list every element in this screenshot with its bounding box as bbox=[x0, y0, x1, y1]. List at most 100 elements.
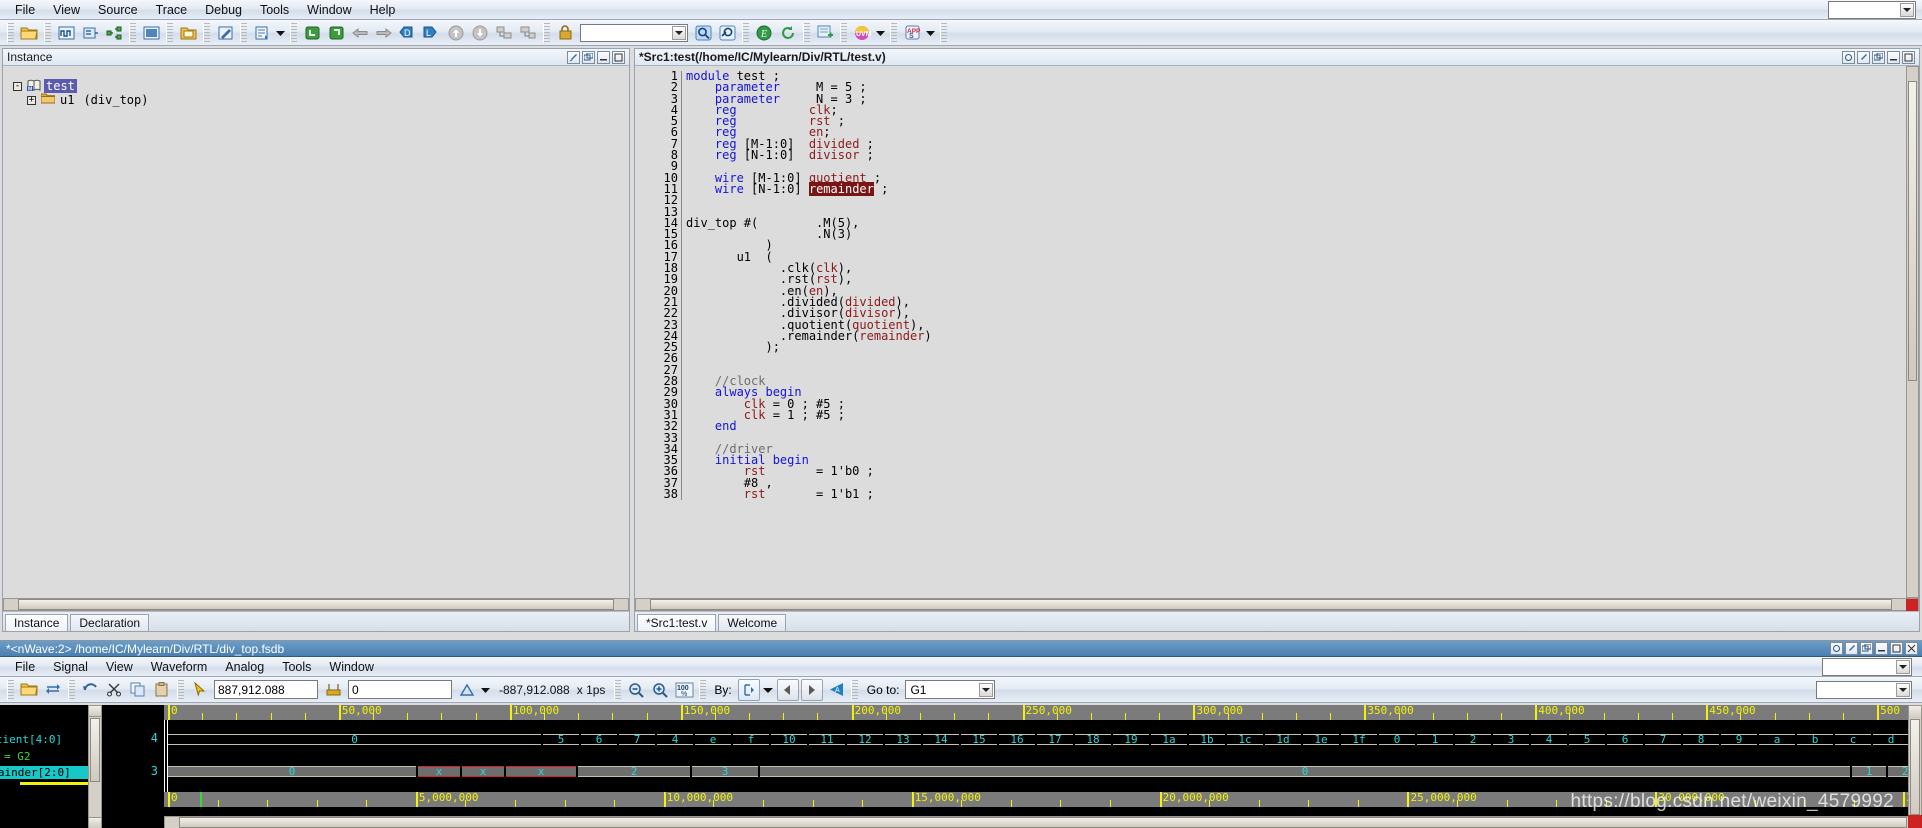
chevron-down-icon[interactable] bbox=[979, 682, 994, 697]
signal-remainder[interactable]: remainder[2:0] bbox=[0, 766, 88, 779]
source-code-view[interactable]: 1 module test ; 2 parameter M = 5 ; 3 param… bbox=[635, 66, 1906, 598]
bus-value-segment[interactable]: 15 bbox=[961, 733, 997, 746]
bus-value-segment[interactable]: 3 bbox=[1493, 733, 1529, 746]
wave-hscrollbar[interactable] bbox=[164, 816, 1922, 828]
scroll-up-arrow-icon[interactable] bbox=[89, 706, 101, 717]
bus-value-segment[interactable]: d bbox=[1873, 733, 1909, 746]
signal-marker-g2[interactable]: = G2 bbox=[4, 750, 31, 763]
code-line[interactable]: 12 bbox=[635, 194, 1906, 207]
edit-icon[interactable] bbox=[214, 22, 236, 44]
menu-source[interactable]: Source bbox=[89, 1, 147, 19]
undock-icon[interactable] bbox=[1860, 642, 1873, 655]
minimize-icon[interactable] bbox=[1875, 642, 1888, 655]
wave-menu-view[interactable]: View bbox=[97, 658, 142, 676]
dropdown-arrow-icon[interactable] bbox=[275, 22, 286, 44]
scroll-left-arrow-icon[interactable] bbox=[636, 599, 649, 610]
bus-value-segment[interactable]: c bbox=[1835, 733, 1871, 746]
go-up-icon[interactable] bbox=[325, 22, 347, 44]
scroll-thumb[interactable] bbox=[650, 599, 1892, 610]
find-next-icon[interactable] bbox=[716, 22, 738, 44]
signal-name-remainder[interactable]: remainder[2:0] bbox=[0, 766, 71, 779]
minimize-icon[interactable] bbox=[1887, 50, 1900, 64]
menu-window[interactable]: Window bbox=[298, 1, 360, 19]
lock-icon[interactable] bbox=[554, 22, 576, 44]
bus-value-segment[interactable]: 1c bbox=[1227, 733, 1263, 746]
bus-value-segment[interactable]: 10 bbox=[771, 733, 807, 746]
bus-value-segment[interactable]: 8 bbox=[1683, 733, 1719, 746]
bus-value-segment[interactable]: 1d bbox=[1265, 733, 1301, 746]
wave-top-ruler[interactable]: 0 50,000 100,000 150,000 200,000 250,000 300,0… bbox=[164, 705, 1922, 720]
bus-value-segment[interactable]: b bbox=[1797, 733, 1833, 746]
down-circle-icon[interactable] bbox=[469, 22, 491, 44]
scroll-down-arrow-icon[interactable] bbox=[1907, 584, 1918, 597]
menu-help[interactable]: Help bbox=[361, 1, 405, 19]
source-hscrollbar[interactable] bbox=[635, 598, 1919, 611]
hierarchy-icon[interactable] bbox=[103, 22, 125, 44]
bus-value-segment[interactable]: 0 bbox=[1379, 733, 1415, 746]
scroll-thumb[interactable] bbox=[1908, 81, 1917, 381]
copy-icon[interactable] bbox=[127, 679, 149, 701]
wave-menu-waveform[interactable]: Waveform bbox=[142, 658, 217, 676]
code-line[interactable]: 8 reg [N-1:0] divisor ; bbox=[635, 149, 1906, 162]
scroll-left-arrow-icon[interactable] bbox=[165, 817, 178, 828]
by-edge-icon[interactable] bbox=[737, 678, 760, 701]
code-line[interactable]: 11 wire [N-1:0] remainder ; bbox=[635, 181, 1906, 196]
code-text[interactable]: wire [N-1:0] remainder ; bbox=[686, 181, 888, 196]
bus-value-segment[interactable]: 1 bbox=[1417, 733, 1453, 746]
chevron-down-icon[interactable] bbox=[480, 679, 491, 701]
go-down-icon[interactable] bbox=[301, 22, 323, 44]
goto-combo[interactable]: G1 bbox=[905, 680, 996, 699]
menu-file[interactable]: File bbox=[6, 1, 44, 19]
paste-icon[interactable] bbox=[151, 679, 173, 701]
code-line[interactable]: 36 rst = 1'b0 ; bbox=[635, 465, 1906, 478]
wave-filter-combo[interactable] bbox=[1816, 680, 1912, 699]
tree-row-test[interactable]: - M test bbox=[3, 79, 629, 93]
bus-value-segment[interactable]: 5 bbox=[1569, 733, 1605, 746]
green-marker[interactable] bbox=[200, 792, 202, 807]
tree-label-test[interactable]: test bbox=[44, 79, 77, 93]
scroll-right-arrow-icon[interactable] bbox=[615, 599, 628, 610]
wave-vscrollbar[interactable] bbox=[1908, 705, 1922, 828]
source-window-icon[interactable] bbox=[140, 22, 162, 44]
chevron-down-icon[interactable] bbox=[1896, 682, 1910, 697]
cursor-icon[interactable] bbox=[188, 679, 210, 701]
pin-icon[interactable] bbox=[1845, 642, 1858, 655]
chevron-down-icon[interactable] bbox=[1896, 659, 1910, 674]
bus-value-segment[interactable]: x bbox=[418, 765, 460, 778]
schematic-icon[interactable] bbox=[79, 22, 101, 44]
folder-icon[interactable] bbox=[177, 22, 199, 44]
time-value-input[interactable] bbox=[214, 680, 318, 699]
waveform-icon[interactable] bbox=[55, 22, 77, 44]
scroll-left-arrow-icon[interactable] bbox=[4, 599, 17, 610]
menu-tools[interactable]: Tools bbox=[251, 1, 298, 19]
close-icon[interactable] bbox=[1905, 642, 1918, 655]
bus-value-segment[interactable]: 0 bbox=[760, 765, 1850, 778]
scroll-right-arrow-icon[interactable] bbox=[1893, 599, 1906, 610]
menu-trace[interactable]: Trace bbox=[147, 1, 197, 19]
code-line[interactable]: 24 .remainder(remainder) bbox=[635, 330, 1906, 343]
forward-arrow-icon[interactable] bbox=[373, 22, 395, 44]
bus-value-segment[interactable]: 5 bbox=[543, 733, 579, 746]
zoom-out-icon[interactable] bbox=[625, 679, 647, 701]
bus-value-segment[interactable]: 0 bbox=[168, 733, 541, 746]
report-icon[interactable] bbox=[251, 22, 273, 44]
code-line[interactable]: 32 end bbox=[635, 420, 1906, 433]
code-line[interactable]: 25 ); bbox=[635, 341, 1906, 354]
wave-menu-window[interactable]: Window bbox=[320, 658, 382, 676]
open-folder-icon[interactable] bbox=[18, 22, 40, 44]
snap-icon[interactable] bbox=[322, 679, 344, 701]
wave-search-combo[interactable] bbox=[1822, 657, 1912, 676]
bus-value-segment[interactable]: 3 bbox=[692, 765, 758, 778]
tree-row-u1[interactable]: + u1 (div_top) bbox=[3, 93, 629, 107]
tree-label-u1[interactable]: u1 bbox=[58, 93, 76, 107]
bus-value-segment[interactable]: 16 bbox=[999, 733, 1035, 746]
instance-tree[interactable]: - M test + u1 (div_top) bbox=[3, 66, 629, 611]
bus-value-segment[interactable]: 1a bbox=[1151, 733, 1187, 746]
undock-icon[interactable] bbox=[582, 50, 595, 64]
code-line[interactable]: 33 bbox=[635, 431, 1906, 444]
wave-canvas[interactable]: 0 50,000 100,000 150,000 200,000 250,000 300,0… bbox=[164, 705, 1922, 828]
pin-icon[interactable] bbox=[567, 50, 580, 64]
source-vscrollbar[interactable] bbox=[1906, 66, 1919, 598]
marker-value-input[interactable] bbox=[348, 680, 452, 699]
cursor-marker-c1[interactable] bbox=[164, 720, 165, 792]
